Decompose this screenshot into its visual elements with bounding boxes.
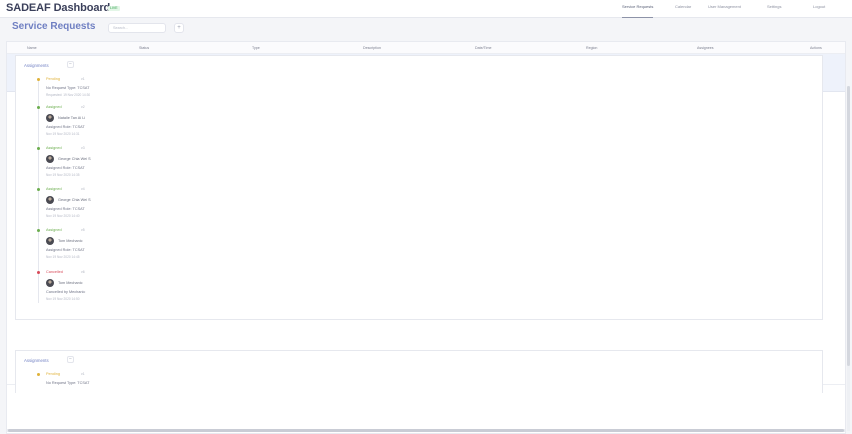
event-status: Assigned xyxy=(46,228,62,232)
event-version: v4 xyxy=(81,187,85,191)
collapse-toggle[interactable]: − xyxy=(67,356,74,363)
event-version: v5 xyxy=(81,228,85,232)
event-status: Assigned xyxy=(46,105,62,109)
event-detail: Assigned Role: TCSAT xyxy=(46,166,85,170)
person-name: George Chia Wei S xyxy=(58,157,91,161)
search-input[interactable]: Search... xyxy=(108,23,166,33)
col-assignees[interactable]: Assignees xyxy=(697,46,714,50)
assignment-history-panel: Assignments − Pending v1 No Request Type… xyxy=(15,350,823,393)
event-status: Pending xyxy=(46,77,60,81)
event-meta: Nov 19 Nov 2020 14:31 xyxy=(46,132,80,136)
event-meta: Nov 19 Nov 2020 14:50 xyxy=(46,297,80,301)
event-version: v2 xyxy=(81,105,85,109)
event-status: Assigned xyxy=(46,146,62,150)
app-title: SADEAF Dashboard xyxy=(6,2,111,14)
col-region[interactable]: Region xyxy=(586,46,597,50)
event-status: Pending xyxy=(46,372,60,376)
page-header: Service Requests Search... + xyxy=(0,18,852,41)
nav-user-management[interactable]: User Management xyxy=(708,0,741,18)
horizontal-scrollbar[interactable] xyxy=(6,429,846,432)
nav-settings[interactable]: Settings xyxy=(767,0,781,18)
col-type[interactable]: Type xyxy=(252,46,260,50)
col-description[interactable]: Description xyxy=(363,46,381,50)
event-meta: Requested: 19 Nov 2020 14:30 xyxy=(46,93,91,97)
event-version: v6 xyxy=(81,270,85,274)
status-dot xyxy=(37,373,40,376)
avatar xyxy=(46,155,54,163)
person-name: Tom Mechanic xyxy=(58,281,83,285)
event-version: v1 xyxy=(81,372,85,376)
page-title: Service Requests xyxy=(12,21,96,32)
event-detail: Cancelled by Mechanic xyxy=(46,290,86,294)
panel-title: Assignments xyxy=(24,63,49,68)
event-version: v1 xyxy=(81,77,85,81)
event-detail: Assigned Role: TCSAT xyxy=(46,248,85,252)
nav-service-requests[interactable]: Service Requests xyxy=(622,0,654,18)
event-meta: Nov 19 Nov 2020 14:35 xyxy=(46,173,80,177)
col-name[interactable]: Name xyxy=(27,46,37,50)
col-status[interactable]: Status xyxy=(139,46,149,50)
vertical-scrollbar[interactable] xyxy=(847,86,850,431)
avatar xyxy=(46,196,54,204)
event-version: v3 xyxy=(81,146,85,150)
scrollbar-thumb[interactable] xyxy=(847,86,850,366)
assignment-history-panel: Assignments − Pending v1 No Request Type… xyxy=(15,55,823,320)
event-meta: Nov 19 Nov 2020 14:45 xyxy=(46,255,80,259)
event-detail: Assigned Role: TCSAT xyxy=(46,125,85,129)
event-status: Assigned xyxy=(46,187,62,191)
person-name: George Chia Wei S xyxy=(58,198,91,202)
status-dot xyxy=(37,271,40,274)
status-dot xyxy=(37,106,40,109)
collapse-toggle[interactable]: − xyxy=(67,61,74,68)
scrollbar-thumb[interactable] xyxy=(8,429,844,432)
nav-logout[interactable]: Logout xyxy=(813,0,825,18)
col-actions[interactable]: Actions xyxy=(810,46,822,50)
add-button[interactable]: + xyxy=(174,23,184,33)
person-name: Natalie Tan Ai Li xyxy=(58,116,86,120)
event-status: Cancelled xyxy=(46,270,63,274)
live-badge: LIVE xyxy=(108,6,120,11)
avatar xyxy=(46,237,54,245)
table-header: Name Status Type Description Date/Time R… xyxy=(7,42,845,54)
event-detail: No Request Type: TCSAT xyxy=(46,381,90,385)
status-dot xyxy=(37,229,40,232)
avatar xyxy=(46,279,54,287)
event-detail: Assigned Role: TCSAT xyxy=(46,207,85,211)
status-dot xyxy=(37,188,40,191)
status-dot xyxy=(37,147,40,150)
panel-title: Assignments xyxy=(24,358,49,363)
event-detail: No Request Type: TCSAT xyxy=(46,86,90,90)
top-bar: SADEAF Dashboard LIVE Service Requests C… xyxy=(0,0,852,18)
person-name: Tom Mechanic xyxy=(58,239,83,243)
status-dot xyxy=(37,78,40,81)
col-datetime[interactable]: Date/Time xyxy=(475,46,491,50)
avatar xyxy=(46,114,54,122)
nav-calendar[interactable]: Calendar xyxy=(675,0,691,18)
event-meta: Nov 19 Nov 2020 14:40 xyxy=(46,214,80,218)
